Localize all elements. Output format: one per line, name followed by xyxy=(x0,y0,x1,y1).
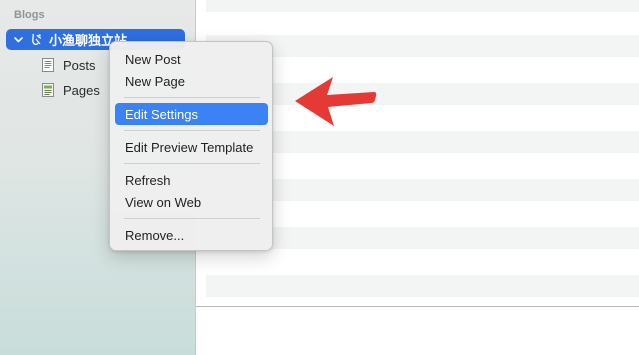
sidebar-item-label: Pages xyxy=(63,82,100,98)
menu-item-remove[interactable]: Remove... xyxy=(115,224,268,246)
menu-separator xyxy=(124,218,260,219)
annotation-arrow-icon xyxy=(295,77,377,126)
document-icon xyxy=(42,58,54,72)
menu-item-edit-preview-template[interactable]: Edit Preview Template xyxy=(115,136,268,158)
page-icon xyxy=(42,83,54,97)
app-window: Blogs 小渔聊独立站 Posts Pages New Post New Pa… xyxy=(0,0,639,355)
blog-icon xyxy=(29,33,43,47)
list-row[interactable] xyxy=(206,275,639,297)
menu-item-new-post[interactable]: New Post xyxy=(115,48,268,70)
chevron-down-icon[interactable] xyxy=(11,36,25,43)
menu-item-new-page[interactable]: New Page xyxy=(115,70,268,92)
list-row[interactable] xyxy=(206,0,639,12)
menu-separator xyxy=(124,130,260,131)
menu-separator xyxy=(124,163,260,164)
sidebar-item-posts[interactable]: Posts xyxy=(40,55,96,75)
sidebar-item-pages[interactable]: Pages xyxy=(40,80,100,100)
menu-item-view-on-web[interactable]: View on Web xyxy=(115,191,268,213)
context-menu: New Post New Page Edit Settings Edit Pre… xyxy=(109,41,273,251)
sidebar-item-label: Posts xyxy=(63,57,96,73)
menu-item-refresh[interactable]: Refresh xyxy=(115,169,268,191)
detail-pane xyxy=(196,307,639,355)
sidebar-section-header: Blogs xyxy=(14,9,45,21)
menu-separator xyxy=(124,97,260,98)
menu-item-edit-settings[interactable]: Edit Settings xyxy=(115,103,268,125)
